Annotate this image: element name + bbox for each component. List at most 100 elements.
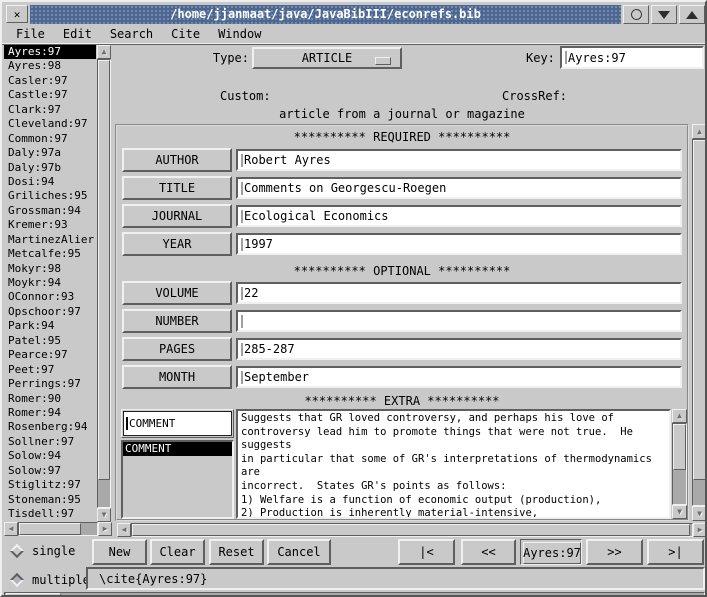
list-item[interactable]: Sollner:97: [4, 435, 96, 449]
scroll-up-button[interactable]: ▲: [97, 45, 111, 59]
list-item[interactable]: Park:94: [4, 319, 96, 333]
menu-item[interactable]: Cite: [171, 27, 200, 41]
raise-window-button[interactable]: [679, 5, 705, 24]
scrollbar-trough[interactable]: [97, 59, 111, 508]
list-item[interactable]: Dosi:94: [4, 175, 96, 189]
nav-prev-button[interactable]: <<: [461, 539, 516, 565]
list-item[interactable]: Rosenberg:94: [4, 420, 96, 434]
list-item[interactable]: Romer:90: [4, 392, 96, 406]
volume-field-button[interactable]: VOLUME: [122, 281, 232, 305]
sidebar-vscrollbar[interactable]: ▲ ▼: [97, 45, 111, 522]
list-item[interactable]: Cleveland:97: [4, 117, 96, 131]
list-item[interactable]: Kremer:93: [4, 218, 96, 232]
menu-item[interactable]: Window: [218, 27, 261, 41]
titlebar[interactable]: /home/jjanmaat/java/JavaBibIII/econrefs.…: [30, 5, 621, 24]
journal-field-button[interactable]: JOURNAL: [122, 204, 232, 228]
scrollbar-trough[interactable]: [692, 139, 707, 506]
scroll-right-button[interactable]: ▶: [693, 523, 707, 537]
list-item[interactable]: OConnor:93: [4, 290, 96, 304]
sidebar-hscrollbar[interactable]: ◀ ▶: [4, 522, 112, 536]
list-item[interactable]: Casler:97: [4, 74, 96, 88]
volume-input[interactable]: 22: [236, 282, 682, 304]
list-item[interactable]: Metcalfe:95: [4, 247, 96, 261]
scroll-right-button[interactable]: ▶: [98, 522, 112, 536]
list-item[interactable]: Castle:97: [4, 88, 96, 102]
scroll-down-button[interactable]: ▼: [692, 506, 707, 521]
scroll-down-button[interactable]: ▼: [672, 505, 687, 519]
menu-item[interactable]: File: [16, 27, 45, 41]
nav-first-button[interactable]: |<: [398, 539, 455, 565]
scrollbar-thumb[interactable]: [693, 140, 706, 480]
year-field-button[interactable]: YEAR: [122, 232, 232, 256]
scrollbar-thumb[interactable]: [19, 523, 81, 535]
list-item[interactable]: Pearce:97: [4, 348, 96, 362]
scroll-left-button[interactable]: ◀: [117, 523, 131, 537]
multiple-radio[interactable]: [10, 573, 24, 587]
reset-button[interactable]: Reset: [209, 539, 264, 565]
key-input[interactable]: Ayres:97: [560, 46, 704, 69]
list-item[interactable]: Peet:97: [4, 363, 96, 377]
author-input[interactable]: Robert Ayres: [236, 149, 682, 171]
form-vscrollbar[interactable]: ▲ ▼: [692, 124, 707, 521]
textarea-vscrollbar[interactable]: ▲ ▼: [672, 409, 687, 519]
list-item[interactable]: Grossman:94: [4, 204, 96, 218]
menu-item[interactable]: Search: [110, 27, 153, 41]
lower-window-button[interactable]: [651, 5, 677, 24]
scrollbar-thumb[interactable]: [6, 593, 61, 596]
list-item[interactable]: Perrings:97: [4, 377, 96, 391]
close-button[interactable]: ✕: [6, 5, 28, 23]
list-item[interactable]: Stiglitz:97: [4, 478, 96, 492]
scrollbar-trough[interactable]: [18, 522, 98, 536]
scrollbar-trough[interactable]: [672, 423, 687, 505]
journal-input[interactable]: Ecological Economics: [236, 205, 682, 227]
scroll-down-button[interactable]: ▼: [97, 508, 111, 522]
cite-field-hscrollbar[interactable]: [4, 592, 705, 597]
list-item[interactable]: Ayres:97: [4, 45, 96, 59]
single-radio[interactable]: [10, 544, 24, 558]
type-option-menu[interactable]: ARTICLE: [252, 47, 402, 69]
list-item[interactable]: Solow:94: [4, 449, 96, 463]
title-field-button[interactable]: TITLE: [122, 176, 232, 200]
new-button[interactable]: New: [92, 539, 147, 565]
form-hscrollbar[interactable]: ◀ ▶: [117, 523, 707, 537]
author-field-button[interactable]: AUTHOR: [122, 148, 232, 172]
list-item[interactable]: MartinezAlier:9: [4, 233, 96, 247]
list-item[interactable]: Clark:97: [4, 103, 96, 117]
scrollbar-trough[interactable]: [131, 523, 693, 537]
list-item[interactable]: Daly:97b: [4, 161, 96, 175]
list-item[interactable]: Griliches:95: [4, 189, 96, 203]
nav-next-button[interactable]: >>: [586, 539, 643, 565]
title-input[interactable]: Comments on Georgescu-Roegen: [236, 177, 682, 199]
number-input[interactable]: [236, 310, 682, 332]
list-item[interactable]: Opschoor:97: [4, 305, 96, 319]
list-item[interactable]: Moykr:94: [4, 276, 96, 290]
list-item[interactable]: Stoneman:95: [4, 493, 96, 507]
month-input[interactable]: September: [236, 366, 682, 388]
list-item[interactable]: Daly:97a: [4, 146, 96, 160]
scrollbar-thumb[interactable]: [673, 424, 686, 470]
nav-current-button[interactable]: Ayres:97: [520, 539, 582, 565]
menu-item[interactable]: Edit: [63, 27, 92, 41]
clear-button[interactable]: Clear: [150, 539, 205, 565]
pages-field-button[interactable]: PAGES: [122, 337, 232, 361]
extra-field-option[interactable]: COMMENT: [123, 442, 232, 456]
month-field-button[interactable]: MONTH: [122, 365, 232, 389]
list-item[interactable]: Romer:94: [4, 406, 96, 420]
window-menu-button[interactable]: [623, 5, 649, 24]
scroll-up-button[interactable]: ▲: [692, 124, 707, 139]
nav-last-button[interactable]: >|: [647, 539, 704, 565]
scroll-up-button[interactable]: ▲: [672, 409, 687, 423]
list-item[interactable]: Solow:97: [4, 464, 96, 478]
extra-field-combo[interactable]: COMMENT: [121, 409, 234, 438]
pages-input[interactable]: 285-287: [236, 338, 682, 360]
number-field-button[interactable]: NUMBER: [122, 309, 232, 333]
scrollbar-thumb[interactable]: [132, 524, 690, 536]
list-item[interactable]: Ayres:98: [4, 59, 96, 73]
list-item[interactable]: Tisdell:97: [4, 507, 96, 521]
list-item[interactable]: Mokyr:98: [4, 262, 96, 276]
cite-command-field[interactable]: \cite{Ayres:97}: [86, 567, 705, 590]
year-input[interactable]: 1997: [236, 233, 682, 255]
scroll-left-button[interactable]: ◀: [4, 522, 18, 536]
scrollbar-thumb[interactable]: [98, 60, 110, 480]
list-item[interactable]: Common:97: [4, 132, 96, 146]
